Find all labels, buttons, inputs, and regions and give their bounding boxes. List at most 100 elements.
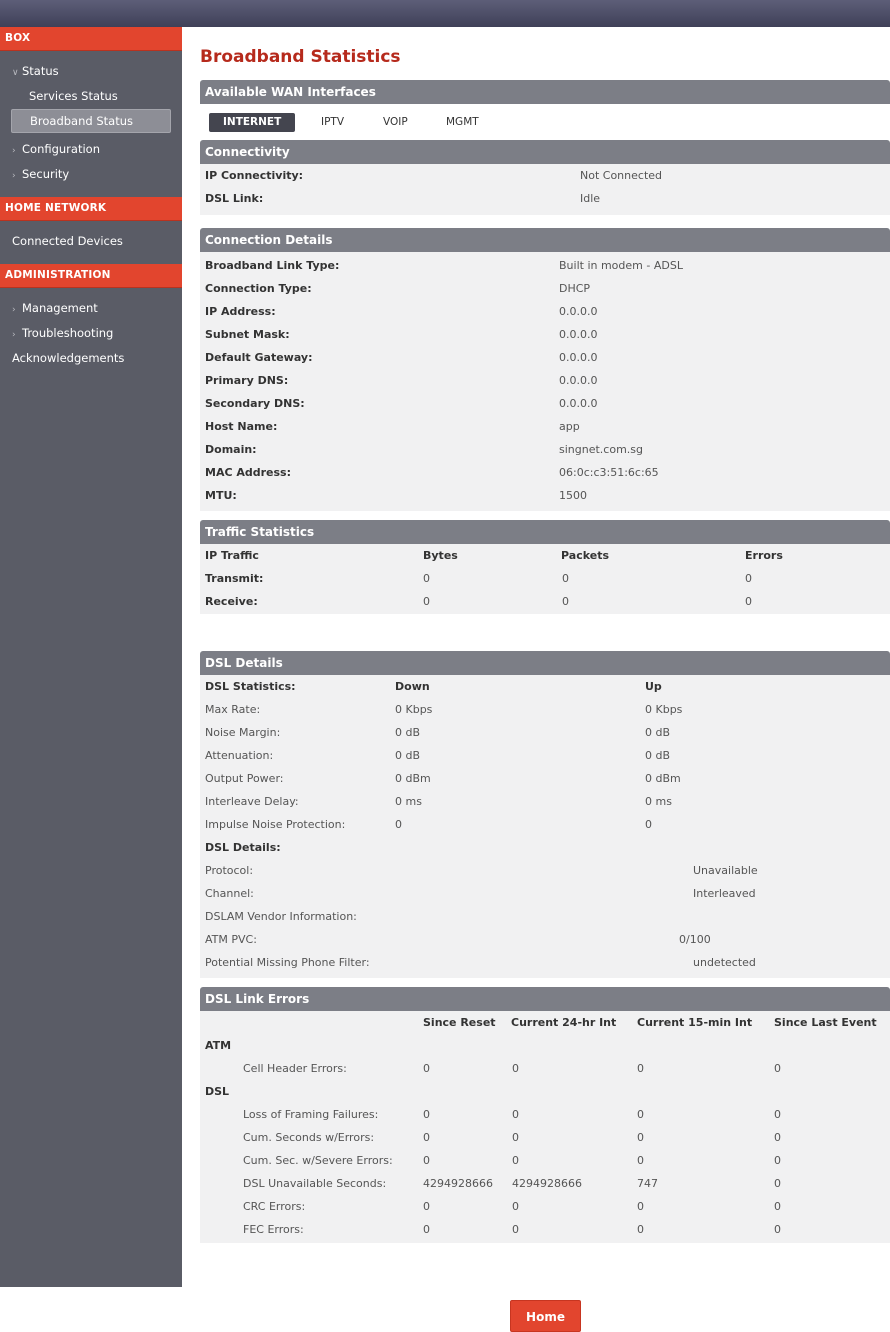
home-button[interactable]: Home xyxy=(510,1300,581,1332)
table-row: IP Address: 0.0.0.0 xyxy=(200,300,890,323)
tab-voip[interactable]: VOIP xyxy=(383,113,408,132)
group-label: DSL xyxy=(205,1085,230,1098)
row-label: IP Connectivity: xyxy=(205,169,304,182)
traffic-statistics-section: Traffic Statistics IP Traffic Bytes Pack… xyxy=(200,520,890,614)
tab-iptv[interactable]: IPTV xyxy=(321,113,344,132)
row-value: 0 xyxy=(774,1108,781,1121)
table-header-row: Since Reset Current 24-hr Int Current 15… xyxy=(200,1011,890,1034)
row-value: 0 xyxy=(562,572,569,585)
table-row: DSL Unavailable Seconds: 4294928666 4294… xyxy=(200,1172,890,1195)
row-value: 0 xyxy=(745,595,752,608)
column-header: Bytes xyxy=(423,549,458,562)
column-header: DSL Details: xyxy=(205,841,281,854)
table-row: Transmit: 0 0 0 xyxy=(200,567,890,590)
row-value: 0 ms xyxy=(645,795,672,808)
row-label: Primary DNS: xyxy=(205,374,289,387)
row-value: 0 Kbps xyxy=(395,703,433,716)
table-row: FEC Errors: 0 0 0 0 xyxy=(200,1218,890,1241)
row-value: 0 xyxy=(774,1062,781,1075)
sidebar-item-management[interactable]: › Management xyxy=(0,296,182,321)
sidebar-item-label: Configuration xyxy=(22,142,100,156)
sidebar-item-security[interactable]: › Security xyxy=(0,162,182,187)
group-row: DSL xyxy=(200,1080,890,1103)
row-value: undetected xyxy=(693,956,756,969)
group-label: ATM xyxy=(205,1039,232,1052)
table-row: ATM PVC: 0/100 xyxy=(200,928,890,951)
row-value: 0 xyxy=(745,572,752,585)
row-label: Domain: xyxy=(205,443,257,456)
row-value: 06:0c:c3:51:6c:65 xyxy=(559,466,659,479)
sidebar-item-configuration[interactable]: › Configuration xyxy=(0,137,182,162)
row-value: 0 xyxy=(423,1223,430,1236)
row-label: Default Gateway: xyxy=(205,351,313,364)
row-label: MAC Address: xyxy=(205,466,292,479)
section-header: DSL Link Errors xyxy=(200,987,890,1011)
sidebar-item-troubleshooting[interactable]: › Troubleshooting xyxy=(0,321,182,346)
row-value: Built in modem - ADSL xyxy=(559,259,683,272)
row-value: 0.0.0.0 xyxy=(559,351,598,364)
table-row: Domain: singnet.com.sg xyxy=(200,438,890,461)
sidebar-item-connected-devices[interactable]: Connected Devices xyxy=(0,229,182,254)
row-value: 0 xyxy=(774,1131,781,1144)
row-label: Connection Type: xyxy=(205,282,312,295)
row-value: 4294928666 xyxy=(423,1177,493,1190)
section-header: Traffic Statistics xyxy=(200,520,890,544)
connectivity-section: Connectivity IP Connectivity: Not Connec… xyxy=(200,140,890,215)
column-header: Current 24-hr Int xyxy=(511,1016,617,1029)
row-value: 0 xyxy=(774,1177,781,1190)
table-row: Max Rate: 0 Kbps 0 Kbps xyxy=(200,698,890,721)
row-value: 0 xyxy=(512,1200,519,1213)
chevron-right-icon: › xyxy=(12,330,16,340)
sidebar-item-services-status[interactable]: Services Status xyxy=(0,84,182,109)
table-header-row: DSL Statistics: Down Up xyxy=(200,675,890,698)
sidebar: BOX ∨ Status Services Status Broadband St… xyxy=(0,27,182,1287)
row-value: Idle xyxy=(580,192,601,205)
top-banner xyxy=(0,0,890,27)
row-label: Host Name: xyxy=(205,420,278,433)
row-value: 0 xyxy=(637,1131,644,1144)
sidebar-item-acknowledgements[interactable]: Acknowledgements xyxy=(0,346,182,371)
row-value: 0 Kbps xyxy=(645,703,683,716)
table-row: Subnet Mask: 0.0.0.0 xyxy=(200,323,890,346)
row-label: ATM PVC: xyxy=(205,933,257,946)
row-value: 0 xyxy=(562,595,569,608)
row-value: 0 xyxy=(423,1108,430,1121)
sidebar-item-label: Security xyxy=(22,167,70,181)
table-row: Output Power: 0 dBm 0 dBm xyxy=(200,767,890,790)
row-label: Transmit: xyxy=(205,572,264,585)
sidebar-item-label: Management xyxy=(22,301,98,315)
table-row: MTU: 1500 xyxy=(200,484,890,507)
row-value: 747 xyxy=(637,1177,658,1190)
table-row: Cum. Sec. w/Severe Errors: 0 0 0 0 xyxy=(200,1149,890,1172)
row-label: Output Power: xyxy=(205,772,284,785)
row-value: 0 xyxy=(774,1154,781,1167)
table-row: Channel: Interleaved xyxy=(200,882,890,905)
row-value: 0 xyxy=(512,1131,519,1144)
table-row: Primary DNS: 0.0.0.0 xyxy=(200,369,890,392)
row-value: 0.0.0.0 xyxy=(559,305,598,318)
row-value: 0 xyxy=(423,572,430,585)
row-value: Interleaved xyxy=(693,887,756,900)
row-value: 0 xyxy=(774,1200,781,1213)
sidebar-item-broadband-status[interactable]: Broadband Status xyxy=(11,109,171,133)
table-row: Cum. Seconds w/Errors: 0 0 0 0 xyxy=(200,1126,890,1149)
row-value: 0 xyxy=(637,1223,644,1236)
wan-tabs: INTERNET IPTV VOIP MGMT xyxy=(200,104,890,137)
row-label: Broadband Link Type: xyxy=(205,259,340,272)
column-header: DSL Statistics: xyxy=(205,680,296,693)
tab-mgmt[interactable]: MGMT xyxy=(446,113,479,132)
table-row: Host Name: app xyxy=(200,415,890,438)
row-label: Cum. Sec. w/Severe Errors: xyxy=(243,1154,393,1167)
row-label: DSL Link: xyxy=(205,192,264,205)
main-content: Broadband Statistics Available WAN Inter… xyxy=(200,40,890,1243)
chevron-right-icon: › xyxy=(12,171,16,181)
sidebar-header-box: BOX xyxy=(0,27,182,51)
sidebar-item-status[interactable]: ∨ Status xyxy=(0,59,182,84)
connection-details-section: Connection Details Broadband Link Type: B… xyxy=(200,228,890,511)
dsl-link-errors-section: DSL Link Errors Since Reset Current 24-h… xyxy=(200,987,890,1243)
section-header: DSL Details xyxy=(200,651,890,675)
row-label: DSLAM Vendor Information: xyxy=(205,910,357,923)
tab-internet[interactable]: INTERNET xyxy=(209,113,296,132)
table-row: MAC Address: 06:0c:c3:51:6c:65 xyxy=(200,461,890,484)
row-label: Receive: xyxy=(205,595,258,608)
